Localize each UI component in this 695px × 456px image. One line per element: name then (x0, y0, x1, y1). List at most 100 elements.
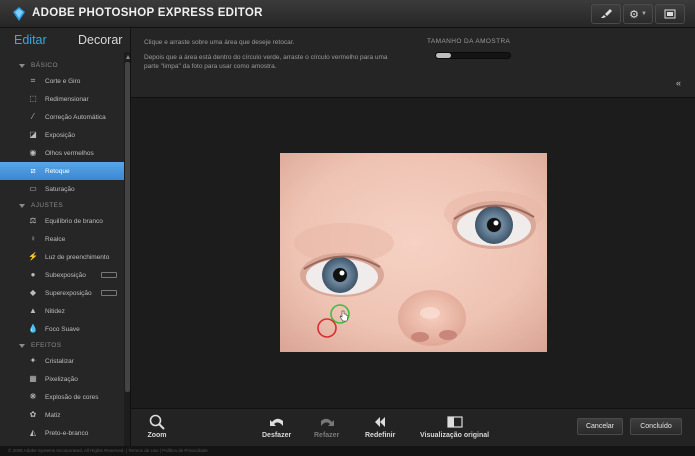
highlight-icon: ♀ (30, 234, 36, 243)
sidebar-item-retoque[interactable]: ⧄ Retoque (0, 162, 124, 180)
view-original-button[interactable]: Visualização original (420, 414, 489, 439)
sidebar-item-label: Matiz (45, 411, 61, 419)
slider-fill[interactable] (436, 53, 451, 58)
sidebar-item-label: Saturação (45, 185, 75, 193)
sidebar-item-label: Redimensionar (45, 95, 89, 103)
burn-icon: ◆ (29, 288, 37, 297)
sidebar-item-subexposicao[interactable]: ● Subexposição (0, 266, 124, 284)
tab-editar[interactable]: Editar (14, 33, 47, 47)
sidebar-item-cristalizar[interactable]: ✦ Cristalizar (0, 352, 124, 370)
image-canvas[interactable] (131, 98, 695, 408)
retouch-sample-circle[interactable] (316, 317, 338, 339)
sidebar-item-redimensionar[interactable]: ⬚ Redimensionar (0, 90, 124, 108)
saturation-icon: ▭ (29, 184, 37, 193)
eye-icon: ◉ (29, 148, 37, 157)
brush-icon (601, 9, 612, 18)
sidebar-item-label: Retoque (45, 167, 70, 175)
brush-menu-button[interactable] (591, 4, 621, 24)
app-logo-icon (13, 7, 25, 21)
redo-icon (320, 418, 334, 426)
section-label: AJUSTES (31, 202, 64, 209)
rewind-icon (375, 417, 386, 427)
chevron-down-icon: ▼ (640, 11, 647, 17)
sidebar-item-olhos-vermelhos[interactable]: ◉ Olhos vermelhos (0, 144, 124, 162)
soft-focus-icon: 💧 (28, 324, 38, 333)
pixelate-icon: ▦ (29, 374, 37, 383)
sidebar-item-label: Realce (45, 235, 66, 243)
tab-decorar[interactable]: Decorar (78, 33, 122, 47)
sidebar-item-label: Superexposição (45, 289, 92, 297)
fill-light-icon: ⚡ (28, 252, 38, 261)
sidebar-item-superexposicao[interactable]: ◆ Superexposição (0, 284, 124, 302)
sidebar-scrollbar[interactable] (124, 52, 130, 446)
collapse-triangle-icon (19, 343, 25, 348)
hue-icon: ✿ (29, 410, 37, 419)
undo-icon (269, 418, 283, 426)
zoom-tool[interactable]: Zoom (147, 414, 167, 439)
sharpen-icon: ▲ (29, 306, 37, 315)
sidebar-item-corte-e-giro[interactable]: ⌗ Corte e Giro (0, 72, 124, 90)
zoom-label: Zoom (147, 432, 167, 439)
sidebar-item-label: Cristalizar (45, 357, 74, 365)
reset-label: Redefinir (365, 432, 396, 439)
collapse-triangle-icon (19, 63, 25, 68)
sidebar-item-saturacao[interactable]: ▭ Saturação (0, 180, 124, 198)
left-panel: Editar Decorar BÁSICO ⌗ Corte e Giro ⬚ R… (0, 28, 131, 446)
reset-button[interactable]: Redefinir (365, 414, 395, 439)
magnifier-icon (149, 414, 165, 430)
section-efeitos[interactable]: EFEITOS (0, 339, 124, 352)
view-original-label: Visualização original (420, 432, 490, 439)
section-ajustes[interactable]: AJUSTES (0, 199, 124, 212)
sidebar-item-label: Nitidez (45, 307, 65, 315)
section-label: BÁSICO (31, 62, 58, 69)
sidebar-item-realce[interactable]: ♀ Realce (0, 230, 124, 248)
sidebar-item-nitidez[interactable]: ▲ Nitidez (0, 302, 124, 320)
sidebar-item-matiz[interactable]: ✿ Matiz (0, 406, 124, 424)
sidebar-item-equilibrio-de-branco[interactable]: ⚖ Equilíbrio de branco (0, 212, 124, 230)
bw-icon: ◭ (29, 428, 37, 437)
fullscreen-icon (664, 9, 676, 19)
redo-label: Refazer (314, 432, 340, 439)
scroll-thumb[interactable] (125, 62, 130, 392)
sidebar-item-pixelizacao[interactable]: ▦ Pixelização (0, 370, 124, 388)
compare-icon (446, 416, 463, 428)
section-label: EFEITOS (31, 342, 62, 349)
hand-cursor-icon (339, 310, 349, 322)
sidebar-item-foco-suave[interactable]: 💧 Foco Suave (0, 320, 124, 338)
sidebar-item-label: Equilíbrio de branco (45, 217, 103, 225)
instruction-text-2: Depois que a área está dentro do círculo… (144, 54, 388, 70)
fullscreen-button[interactable] (655, 4, 685, 24)
options-bar: Clique e arraste sobre uma área que dese… (131, 28, 695, 98)
sidebar-item-correcao-automatica[interactable]: ⁄ Correção Automática (0, 108, 124, 126)
sidebar-item-explosao-de-cores[interactable]: ❋ Explosão de cores (0, 388, 124, 406)
done-button[interactable]: Concluído (630, 418, 682, 435)
sidebar-item-label: Subexposição (45, 271, 86, 279)
cancel-button[interactable]: Cancelar (577, 418, 623, 435)
sample-size-slider[interactable] (435, 52, 511, 59)
undo-button[interactable]: Desfazer (262, 414, 291, 439)
sidebar-item-label: Correção Automática (45, 113, 106, 121)
resize-icon: ⬚ (29, 94, 37, 103)
sidebar-item-exposicao[interactable]: ◪ Exposição (0, 126, 124, 144)
sidebar-item-label: Pixelização (45, 375, 78, 383)
toggle-indicator (101, 290, 117, 296)
redo-button[interactable]: Refazer (314, 414, 339, 439)
sidebar-item-label: Preto-e-branco (45, 429, 89, 437)
footer-legal-text: © 2008 Adobe Systems Incorporated. All R… (0, 446, 695, 456)
collapse-panel-icon[interactable]: « (676, 78, 681, 88)
crystallize-icon: ✦ (29, 356, 37, 365)
wand-icon: ⁄ (32, 112, 34, 121)
sidebar-item-label: Explosão de cores (45, 393, 99, 401)
sidebar-item-preto-e-branco[interactable]: ◭ Preto-e-branco (0, 424, 124, 442)
pop-color-icon: ❋ (29, 392, 37, 401)
sidebar-item-label: Olhos vermelhos (45, 149, 94, 157)
section-basico[interactable]: BÁSICO (0, 59, 124, 72)
dodge-icon: ● (30, 270, 36, 279)
settings-menu-button[interactable]: ⚙ ▼ (623, 4, 653, 24)
collapse-triangle-icon (19, 203, 25, 208)
sidebar-item-label: Luz de preenchimento (45, 253, 110, 261)
title-bar: ADOBE PHOTOSHOP EXPRESS EDITOR ⚙ ▼ (0, 0, 695, 28)
scroll-up-icon[interactable] (126, 55, 130, 59)
sidebar-item-luz-de-preenchimento[interactable]: ⚡ Luz de preenchimento (0, 248, 124, 266)
crop-icon: ⌗ (30, 76, 36, 85)
